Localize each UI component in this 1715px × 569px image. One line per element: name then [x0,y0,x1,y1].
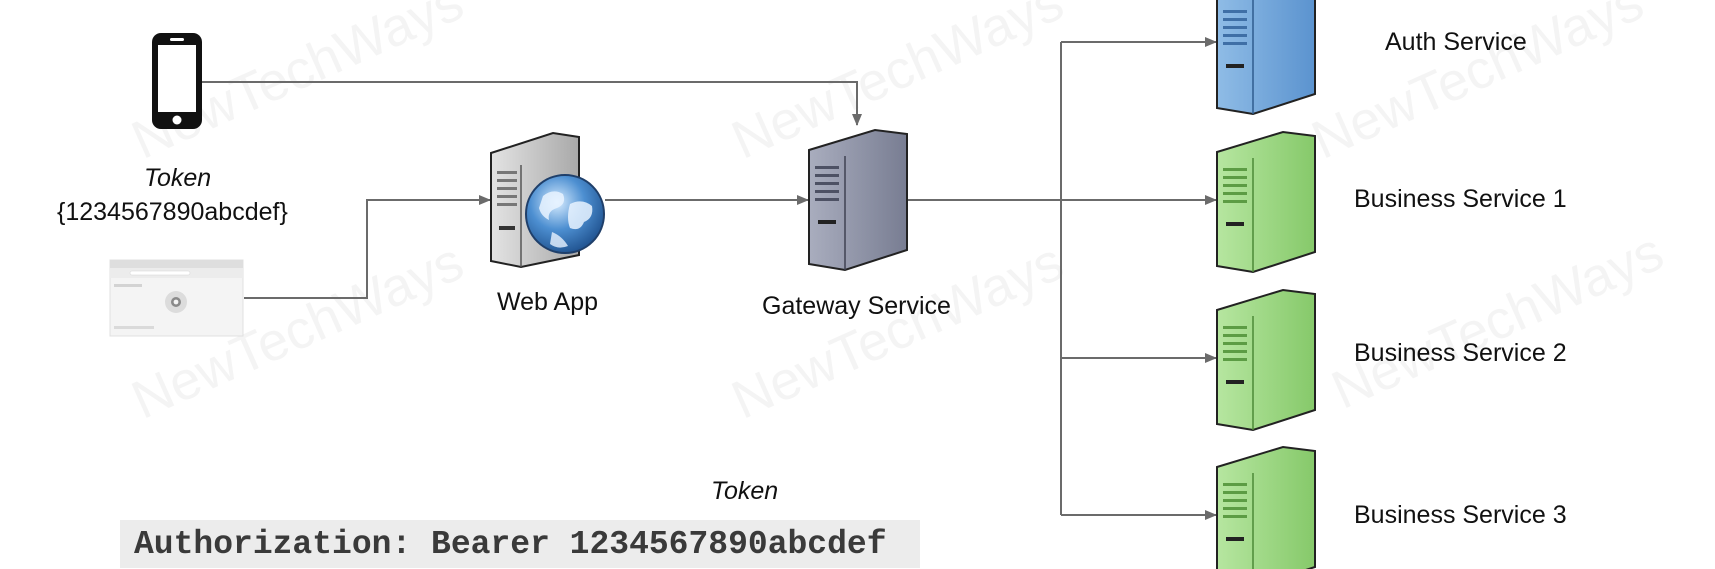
architecture-diagram [109,0,1316,569]
mobile-phone-icon [152,33,202,129]
web-server-icon [490,131,605,269]
request-token-label: Token [711,477,779,505]
gateway-service-label: Gateway Service [762,292,951,320]
browser-window-icon [109,259,244,337]
authorization-header-text: Authorization: Bearer 1234567890abcdef [134,526,887,563]
auth-server-icon [1216,0,1316,116]
globe-icon [525,174,605,254]
business-service-1-label: Business Service 1 [1354,185,1567,213]
business-server-3-icon [1216,445,1316,569]
mobile-to-gateway-arrow [200,81,862,126]
auth-service-label: Auth Service [1385,28,1527,56]
business-service-2-label: Business Service 2 [1354,339,1567,367]
mobile-token-value: {1234567890abcdef} [57,198,288,226]
web-app-label: Web App [497,288,599,316]
business-service-3-label: Business Service 3 [1354,501,1567,529]
connectors [200,37,1217,520]
business-server-1-icon [1216,130,1316,274]
mobile-token-label: Token [144,164,212,192]
gateway-server-icon [808,128,908,272]
business-server-2-icon [1216,288,1316,432]
